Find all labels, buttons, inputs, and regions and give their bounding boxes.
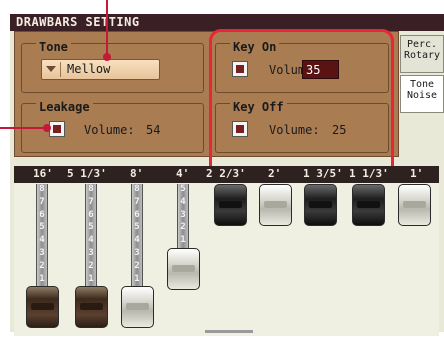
drawbar-knob-stripe: [309, 201, 332, 208]
drawbar-scale-number: 8: [134, 184, 140, 194]
drawbar-knob-stripe: [219, 201, 242, 208]
drawbar-scale-number: 3: [39, 248, 45, 258]
drawbar-scale-number: 4: [88, 235, 94, 246]
drawbar-scale-number: 6: [88, 209, 94, 220]
footage-label: 2 2/3': [206, 167, 246, 180]
drawbar-knob[interactable]: [75, 286, 108, 329]
footage-label: 2': [268, 167, 282, 180]
tab-tone-noise[interactable]: Tone Noise: [400, 75, 444, 113]
drawbar-scroll-indicator: [205, 330, 253, 333]
drawbar-scale-number: 4: [180, 196, 186, 207]
drawbar-scale-number: 6: [39, 209, 45, 220]
drawbar-knob-stripe: [31, 303, 54, 311]
drawbar-scale-number: 5: [134, 222, 140, 233]
tone-callout-line: [106, 0, 108, 56]
tone-label: Tone: [36, 41, 71, 54]
drawbar-scale-number: 7: [39, 196, 45, 207]
footage-label: 4': [176, 167, 190, 180]
drawbar-scale-number: 7: [88, 196, 94, 207]
leakage-checkbox[interactable]: [49, 121, 65, 137]
drawbar-scale-number: 5: [39, 222, 45, 233]
leakage-volume-label: Volume:: [84, 123, 135, 137]
tab-perc-rotary[interactable]: Perc. Rotary: [400, 35, 444, 73]
drawbar-knob[interactable]: [304, 184, 337, 226]
drawbar-knob-stripe: [403, 201, 426, 208]
footage-label: 1 1/3': [349, 167, 389, 180]
drawbar-knob[interactable]: [352, 184, 385, 226]
drawbar-scale-number: 6: [134, 209, 140, 220]
footage-label: 1': [410, 167, 424, 180]
tab-tone-noise-line1: Tone: [409, 79, 435, 90]
tone-callout-dot: [103, 53, 111, 61]
chevron-down-icon: [46, 66, 56, 72]
drawbar-scale-number: 7: [134, 196, 140, 207]
leakage-label: Leakage: [36, 101, 93, 114]
leakage-volume-value[interactable]: 54: [146, 123, 160, 137]
drawbar-scale-number: 2: [39, 260, 45, 271]
tab-perc-rotary-line1: Perc.: [406, 39, 438, 50]
footage-label: 1 3/5': [303, 167, 343, 180]
leakage-callout-line: [0, 127, 47, 129]
leakage-callout-dot: [43, 124, 51, 132]
drawbar-scale-number: 5: [88, 222, 94, 233]
tab-tone-noise-line2: Noise: [406, 90, 438, 101]
drawbar-scale-number: 3: [180, 209, 186, 220]
drawbar-scale-number: 2: [134, 260, 140, 271]
drawbar-scale-number: 3: [134, 248, 140, 258]
drawbar-knob-stripe: [357, 201, 380, 208]
drawbar-scale-number: 1: [134, 273, 140, 284]
drawbar-scale-number: 1: [180, 235, 186, 246]
drawbar-scale-number: 3: [88, 248, 94, 258]
drawbar-scale-number: 2: [88, 260, 94, 271]
drawbar-scale-number: 4: [39, 235, 45, 246]
key-click-highlight-frame: [209, 29, 394, 184]
drawbar-knob-stripe: [264, 201, 287, 208]
footage-label: 5 1/3': [67, 167, 107, 180]
drawbar-scale-number: 8: [39, 184, 45, 194]
footage-label: 8': [130, 167, 144, 180]
drawbar-knob[interactable]: [259, 184, 292, 226]
tab-perc-rotary-line2: Rotary: [403, 50, 441, 61]
drawbar-knob[interactable]: [26, 286, 59, 329]
drawbar-knob-stripe: [80, 303, 103, 311]
drawbar-scale-number: 8: [88, 184, 94, 194]
drawbar-scale-number: 1: [88, 273, 94, 284]
drawbar-knob[interactable]: [398, 184, 431, 226]
drawbar-scale-number: 1: [39, 273, 45, 284]
drawbar-knob-stripe: [126, 303, 149, 311]
drawbar-scale-number: 4: [134, 235, 140, 246]
footage-label: 16': [33, 167, 53, 180]
drawbar-scale-number: 2: [180, 222, 186, 233]
tone-selected-value: Mellow: [67, 62, 111, 76]
drawbar-knob[interactable]: [167, 248, 200, 290]
drawbar-knob-stripe: [172, 265, 195, 272]
drawbar-knob[interactable]: [214, 184, 247, 226]
tone-dropdown[interactable]: Mellow: [41, 59, 160, 80]
dropdown-separator: [60, 62, 61, 77]
drawbar-knob[interactable]: [121, 286, 154, 329]
drawbar-scale-number: 5: [180, 184, 186, 194]
